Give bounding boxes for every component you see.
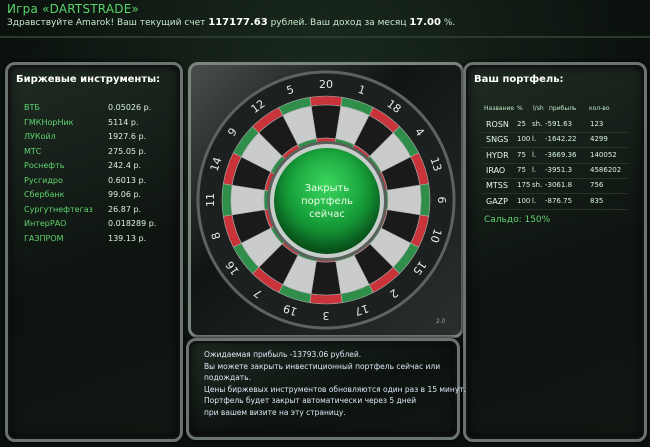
portfolio-cell-qty: 140052 xyxy=(590,150,617,159)
message-line: при вашем визите на эту страницу. xyxy=(204,407,346,417)
instrument-name: Сбербанк xyxy=(24,190,65,199)
portfolio-cell-pct: 175 xyxy=(517,181,531,190)
row-divider xyxy=(482,177,628,179)
close-portfolio-button[interactable]: Закрыть портфель сейчас xyxy=(270,144,384,258)
instrument-price: 0.018289 р. xyxy=(108,219,157,228)
board-number: 6 xyxy=(435,197,448,204)
instrument-name: ГМКНорНик xyxy=(24,117,74,127)
portfolio-cell-ticker: MTSS xyxy=(486,181,508,191)
portfolio-cell-profit: -3061.8 xyxy=(545,181,573,190)
instrument-price: 26.87 р. xyxy=(108,204,142,214)
income-label: рублей. Ваш доход за месяц xyxy=(270,18,407,28)
instrument-name: Русгидро xyxy=(24,175,63,185)
row-divider xyxy=(482,208,628,210)
portfolio-cell-ticker: SNGS xyxy=(486,135,509,145)
portfolio-panel xyxy=(463,62,647,442)
portfolio-title: Ваш портфель: xyxy=(474,74,564,85)
game-title: Игра «DARTSTRADE» xyxy=(7,2,140,16)
portfolio-cell-qty: 123 xyxy=(590,120,604,128)
portfolio-cell-profit: -876.75 xyxy=(545,196,573,205)
instrument-price: 139.13 р. xyxy=(108,233,147,243)
instrument-name: Роснефть xyxy=(24,161,65,170)
portfolio-cell-profit: -3951.3 xyxy=(545,165,573,174)
portfolio-cell-qty: 4299 xyxy=(590,135,608,144)
col-header-profit: прибыль xyxy=(549,105,577,112)
message-line: Цены биржевых инструментов обновляются о… xyxy=(204,384,467,394)
header-divider xyxy=(0,36,650,38)
col-header-pct: % xyxy=(517,105,523,112)
close-button-line-2: портфель xyxy=(301,195,353,207)
instrument-name: МТС xyxy=(24,146,42,156)
portfolio-cell-ticker: ROSN xyxy=(486,120,509,129)
income-unit: %. xyxy=(443,18,456,28)
message-line: Портфель будет закрыт автоматически чере… xyxy=(204,396,417,405)
portfolio-cell-qty: 756 xyxy=(590,181,604,190)
portfolio-cell-pct: 75 xyxy=(517,150,526,159)
close-button-line-1: Закрыть xyxy=(304,182,350,194)
board-number: 11 xyxy=(204,193,217,207)
col-header-direction: l/sh xyxy=(533,105,544,112)
portfolio-cell-dir: l. xyxy=(532,165,537,174)
version-label: 2.0 xyxy=(436,318,446,325)
board-segment xyxy=(419,183,431,217)
portfolio-cell-dir: l. xyxy=(532,196,537,205)
portfolio-cell-profit: -1642.22 xyxy=(545,135,577,144)
portfolio-cell-profit: -3669.36 xyxy=(545,150,577,159)
instrument-name: ГАЗПРОМ xyxy=(24,233,64,243)
row-divider xyxy=(482,193,628,195)
portfolio-cell-pct: 25 xyxy=(517,120,526,128)
portfolio-cell-qty: 4586202 xyxy=(590,165,622,174)
instruments-title: Биржевые инструменты: xyxy=(16,74,161,85)
instrument-price: 99.06 р. xyxy=(108,190,142,199)
instrument-price: 242.4 р. xyxy=(108,161,142,170)
instrument-price: 5114 р. xyxy=(108,117,139,127)
portfolio-cell-profit: -591.63 xyxy=(545,120,573,128)
portfolio-cell-ticker: HYDR xyxy=(486,150,509,160)
board-number: 3 xyxy=(323,309,330,322)
instrument-name: Сургутнефтегаз xyxy=(24,204,93,214)
message-line: подождать. xyxy=(204,373,251,382)
col-header-qty: кол-во xyxy=(589,105,610,112)
row-divider xyxy=(482,147,628,149)
row-divider xyxy=(482,162,628,164)
portfolio-cell-ticker: IRAO xyxy=(486,165,506,175)
row-divider xyxy=(482,132,628,133)
portfolio-cell-pct: 100 xyxy=(517,196,531,205)
balance-value: 117177.63 xyxy=(208,17,268,28)
saldo-value: Сальдо: 150% xyxy=(484,215,551,225)
instrument-price: 0.05026 р. xyxy=(108,103,152,112)
message-line: Ожидаемая прибыль -13793.06 рублей. xyxy=(204,350,362,359)
instrument-name: ВТБ xyxy=(24,103,40,112)
portfolio-cell-qty: 835 xyxy=(590,196,604,205)
message-line: Вы можете закрыть инвестиционный портфел… xyxy=(204,361,441,371)
instrument-name: ИнтерРАО xyxy=(24,219,67,228)
portfolio-cell-dir: sh. xyxy=(532,181,543,190)
board-segment xyxy=(309,95,343,107)
greeting-text: Здравствуйте Amarok! Ваш текущий счет xyxy=(7,18,206,28)
portfolio-cell-dir: l. xyxy=(532,135,537,144)
board-number: 20 xyxy=(319,78,333,91)
account-info: Здравствуйте Amarok! Ваш текущий счет 11… xyxy=(7,17,455,28)
close-button-line-3: сейчас xyxy=(309,208,345,220)
portfolio-cell-dir: l. xyxy=(532,150,537,159)
portfolio-cell-dir: sh. xyxy=(532,120,543,128)
income-value: 17.00 xyxy=(409,17,441,28)
instrument-price: 0.6013 р. xyxy=(108,175,147,185)
board-segment xyxy=(309,293,343,305)
portfolio-cell-ticker: GAZP xyxy=(486,196,508,206)
col-header-name: Название xyxy=(484,105,515,112)
instrument-name: ЛУКойл xyxy=(24,132,56,141)
instrument-price: 275.05 р. xyxy=(108,146,147,156)
portfolio-cell-pct: 100 xyxy=(517,135,531,144)
board-segment xyxy=(221,183,233,217)
instrument-price: 1927.6 р. xyxy=(108,132,147,141)
portfolio-cell-pct: 75 xyxy=(517,165,526,174)
